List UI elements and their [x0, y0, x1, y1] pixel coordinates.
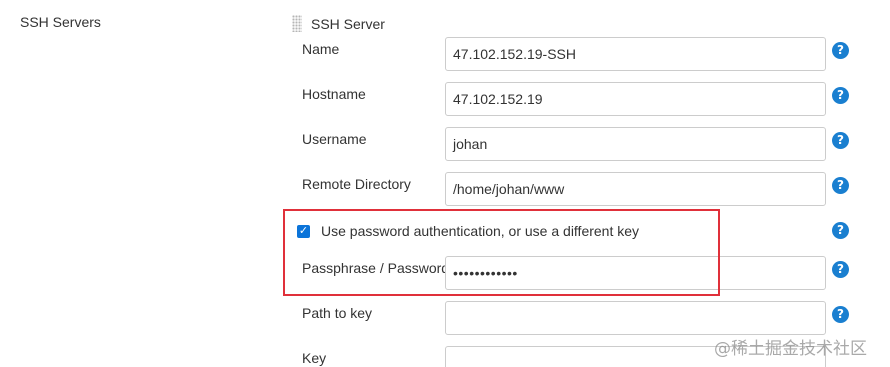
use-password-auth-label: Use password authentication, or use a di… [321, 223, 640, 239]
passphrase-label: Passphrase / Password [302, 260, 450, 276]
use-password-auth-checkbox[interactable]: ✓ [297, 225, 310, 238]
use-password-auth-row[interactable]: ✓ Use password authentication, or use a … [297, 223, 639, 239]
ssh-servers-config: SSH Servers SSH Server Name 47.102.152.1… [0, 0, 890, 367]
name-input[interactable]: 47.102.152.19-SSH [445, 37, 826, 71]
drag-handle-icon[interactable] [292, 15, 302, 32]
passphrase-input[interactable]: •••••••••••• [445, 256, 826, 290]
name-row: Name 47.102.152.19-SSH ? [0, 37, 890, 71]
remote-directory-row: Remote Directory /home/johan/www ? [0, 172, 890, 206]
remote-directory-label: Remote Directory [302, 176, 411, 192]
help-icon[interactable]: ? [832, 42, 849, 59]
help-icon[interactable]: ? [832, 261, 849, 278]
path-to-key-label: Path to key [302, 305, 373, 321]
ssh-server-title: SSH Server [311, 15, 385, 32]
key-label: Key [302, 350, 327, 366]
username-row: Username johan ? [0, 127, 890, 161]
ssh-server-group-header: SSH Server [292, 15, 385, 32]
help-icon[interactable]: ? [832, 132, 849, 149]
hostname-input[interactable]: 47.102.152.19 [445, 82, 826, 116]
help-icon[interactable]: ? [832, 177, 849, 194]
username-input[interactable]: johan [445, 127, 826, 161]
watermark: @稀土掘金技术社区 [714, 339, 867, 359]
passphrase-row: Passphrase / Password •••••••••••• ? [0, 256, 890, 290]
path-to-key-row: Path to key ? [0, 301, 890, 335]
help-icon[interactable]: ? [832, 306, 849, 323]
path-to-key-input[interactable] [445, 301, 826, 335]
remote-directory-input[interactable]: /home/johan/www [445, 172, 826, 206]
section-label: SSH Servers [20, 14, 101, 30]
help-icon[interactable]: ? [832, 222, 849, 239]
hostname-row: Hostname 47.102.152.19 ? [0, 82, 890, 116]
username-label: Username [302, 131, 367, 147]
help-icon[interactable]: ? [832, 87, 849, 104]
name-label: Name [302, 41, 340, 57]
hostname-label: Hostname [302, 86, 366, 102]
